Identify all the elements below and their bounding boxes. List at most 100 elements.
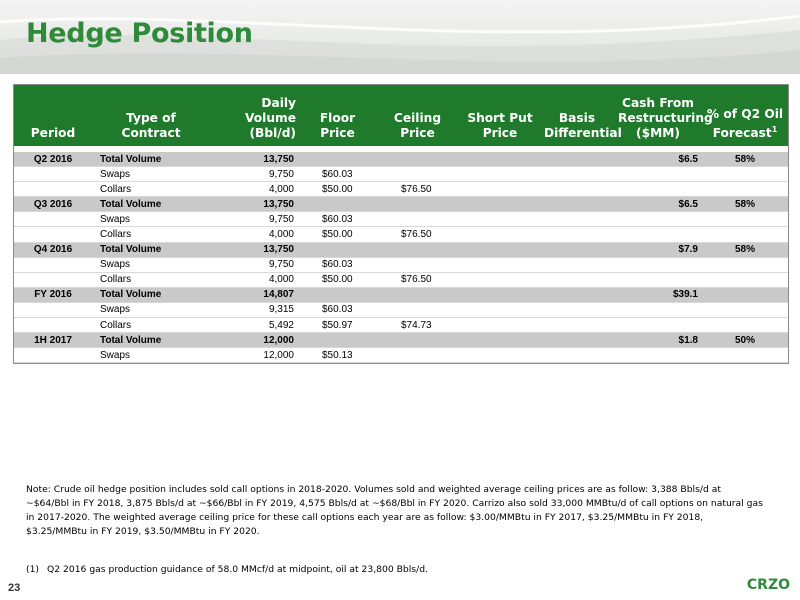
cell-vol: 9,315 bbox=[210, 302, 300, 319]
col-header-cash-from-restructuring: Cash From Restructuring ($MM) bbox=[618, 96, 713, 140]
cell-pct: 58% bbox=[702, 196, 788, 213]
table-row: Collars 5,492 $50.97 $74.73 bbox=[14, 317, 788, 334]
cell-vol: 14,807 bbox=[210, 287, 300, 303]
cell-basis bbox=[540, 196, 614, 213]
cell-ceil bbox=[375, 287, 460, 303]
cell-floor: $50.00 bbox=[300, 272, 375, 288]
cell-period: Q2 2016 bbox=[14, 152, 92, 168]
cell-type: Swaps bbox=[92, 166, 210, 183]
cell-basis bbox=[540, 272, 614, 288]
cell-type: Total Volume bbox=[92, 242, 210, 258]
cell-period: 1H 2017 bbox=[14, 332, 92, 349]
cell-pct bbox=[702, 287, 788, 303]
cell-ceil bbox=[375, 152, 460, 168]
cell-floor: $50.13 bbox=[300, 347, 375, 364]
cell-cash bbox=[614, 302, 702, 319]
col-header-ceiling-price: Ceiling Price bbox=[393, 111, 442, 140]
page-number: 23 bbox=[8, 582, 21, 594]
cell-ceil: $74.73 bbox=[375, 317, 460, 334]
cell-basis bbox=[540, 181, 614, 198]
cell-period bbox=[14, 272, 92, 288]
cell-floor: $60.03 bbox=[300, 211, 375, 228]
cell-basis bbox=[540, 332, 614, 349]
cell-type: Collars bbox=[92, 181, 210, 198]
cell-vol: 13,750 bbox=[210, 242, 300, 258]
cell-type: Total Volume bbox=[92, 152, 210, 168]
cell-type: Total Volume bbox=[92, 196, 210, 213]
table-body: Q2 2016 Total Volume 13,750 $6.5 58% Swaps 9,7… bbox=[14, 146, 788, 364]
cell-vol: 9,750 bbox=[210, 166, 300, 183]
cell-period bbox=[14, 257, 92, 273]
cell-basis bbox=[540, 152, 614, 168]
cell-vol: 5,492 bbox=[210, 317, 300, 334]
cell-type: Swaps bbox=[92, 347, 210, 364]
table-row-total: Q4 2016 Total Volume 13,750 $7.9 58% bbox=[14, 242, 788, 258]
cell-cash bbox=[614, 181, 702, 198]
cell-sp bbox=[460, 242, 540, 258]
cell-basis bbox=[540, 242, 614, 258]
hedge-table-container: Period Type of Contract Daily Volume (Bbl… bbox=[13, 84, 789, 365]
footnote: (1) Q2 2016 gas production guidance of 58… bbox=[26, 564, 428, 575]
cell-pct: 58% bbox=[702, 242, 788, 258]
cell-floor bbox=[300, 287, 375, 303]
cell-period: Q3 2016 bbox=[14, 196, 92, 213]
cell-basis bbox=[540, 166, 614, 183]
cell-vol: 4,000 bbox=[210, 272, 300, 288]
cell-cash bbox=[614, 317, 702, 334]
cell-ceil bbox=[375, 166, 460, 183]
cell-cash: $7.9 bbox=[614, 242, 702, 258]
cell-type: Total Volume bbox=[92, 287, 210, 303]
company-logo-text: CRZO bbox=[746, 577, 790, 593]
cell-type: Swaps bbox=[92, 211, 210, 228]
cell-cash: $39.1 bbox=[614, 287, 702, 303]
cell-cash: $1.8 bbox=[614, 332, 702, 349]
cell-cash bbox=[614, 211, 702, 228]
cell-pct: 58% bbox=[702, 152, 788, 168]
cell-vol: 9,750 bbox=[210, 211, 300, 228]
cell-pct bbox=[702, 257, 788, 273]
cell-type: Swaps bbox=[92, 257, 210, 273]
table-row: Swaps 9,315 $60.03 bbox=[14, 302, 788, 319]
cell-floor bbox=[300, 242, 375, 258]
table-row-total: Q3 2016 Total Volume 13,750 $6.5 58% bbox=[14, 196, 788, 213]
cell-floor bbox=[300, 196, 375, 213]
cell-ceil bbox=[375, 302, 460, 319]
table-row: Collars 4,000 $50.00 $76.50 bbox=[14, 226, 788, 243]
cell-vol: 13,750 bbox=[210, 196, 300, 213]
table-header-row: Period Type of Contract Daily Volume (Bbl… bbox=[14, 85, 788, 146]
hedge-position-table: Period Type of Contract Daily Volume (Bbl… bbox=[14, 85, 788, 364]
cell-vol: 4,000 bbox=[210, 226, 300, 243]
cell-cash bbox=[614, 272, 702, 288]
cell-ceil bbox=[375, 347, 460, 364]
cell-basis bbox=[540, 226, 614, 243]
col-header-type: Type of Contract bbox=[121, 111, 181, 140]
cell-type: Total Volume bbox=[92, 332, 210, 349]
cell-floor: $60.03 bbox=[300, 166, 375, 183]
cell-type: Collars bbox=[92, 317, 210, 334]
cell-pct bbox=[702, 211, 788, 228]
cell-ceil bbox=[375, 332, 460, 349]
cell-period bbox=[14, 181, 92, 198]
cell-ceil bbox=[375, 211, 460, 228]
cell-sp bbox=[460, 287, 540, 303]
cell-floor: $50.00 bbox=[300, 226, 375, 243]
cell-cash bbox=[614, 347, 702, 364]
cell-floor: $60.03 bbox=[300, 257, 375, 273]
cell-ceil: $76.50 bbox=[375, 226, 460, 243]
cell-basis bbox=[540, 302, 614, 319]
cell-period bbox=[14, 347, 92, 364]
cell-vol: 13,750 bbox=[210, 152, 300, 168]
cell-type: Collars bbox=[92, 226, 210, 243]
cell-basis bbox=[540, 347, 614, 364]
col-header-period: Period bbox=[30, 126, 76, 140]
col-header-basis-differential: Basis Differential bbox=[544, 111, 622, 140]
cell-pct bbox=[702, 317, 788, 334]
cell-type: Collars bbox=[92, 272, 210, 288]
cell-sp bbox=[460, 181, 540, 198]
table-row: Swaps 9,750 $60.03 bbox=[14, 257, 788, 273]
cell-type: Swaps bbox=[92, 302, 210, 319]
cell-sp bbox=[460, 226, 540, 243]
cell-sp bbox=[460, 257, 540, 273]
cell-sp bbox=[460, 211, 540, 228]
page-title: Hedge Position bbox=[26, 18, 253, 49]
